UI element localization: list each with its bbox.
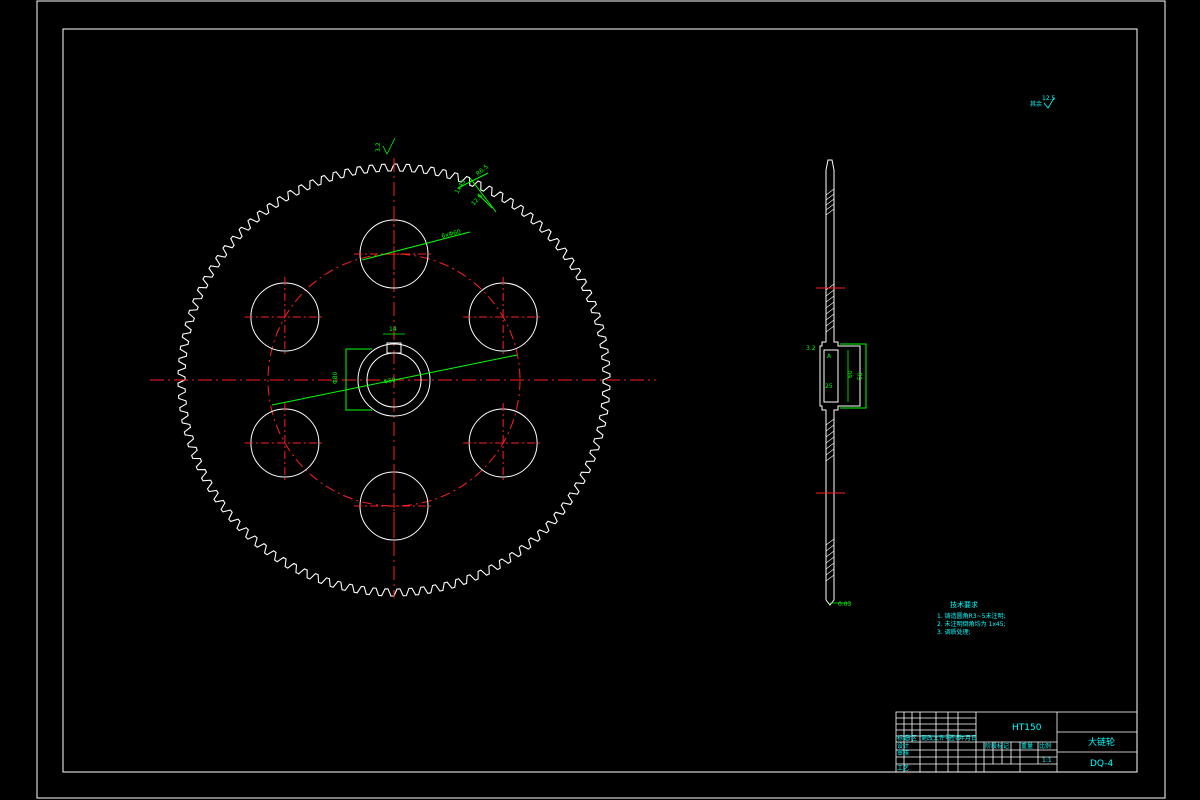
tech-req-item: 3. 调质处理; bbox=[937, 628, 971, 636]
title-block-row-label: 设计 bbox=[897, 742, 909, 750]
roughness-note: 其余 12.5 bbox=[1030, 95, 1056, 109]
title-block-material: HT150 bbox=[1012, 723, 1042, 733]
outer-border bbox=[36, 0, 1166, 799]
tech-req-heading: 技术要求 bbox=[950, 600, 978, 609]
title-block-drawing-number: DQ-4 bbox=[1090, 759, 1114, 769]
side-small-label: 25 bbox=[825, 383, 833, 390]
sprocket-front-view: 6xΦ60 Φ50 Φ80 14 R6.5 1x45 12.6 3.2 bbox=[150, 137, 656, 598]
title-block-part-name: 大链轮 bbox=[1088, 736, 1115, 748]
title-block-stage-label: 阶段标记 bbox=[985, 742, 1009, 750]
sprocket-side-view: 58 60 3.2 A 25 0.03 bbox=[806, 159, 867, 608]
side-hub-width-label: 58 bbox=[857, 372, 864, 380]
inner-border bbox=[62, 28, 1138, 773]
chamfer-label: 1x45 bbox=[454, 178, 468, 195]
technical-requirements: 技术要求 1. 铸造圆角R3~5未注明; 2. 未注明倒角均为 1x45; 3.… bbox=[937, 600, 1006, 636]
title-block-col-label: 年月日 bbox=[959, 734, 977, 742]
hole-circle-label: 6xΦ60 bbox=[441, 228, 462, 240]
tech-req-item: 1. 铸造圆角R3~5未注明; bbox=[937, 612, 1006, 620]
title-block-col-label: 更改文件号 bbox=[921, 734, 951, 742]
title-block-stage-label: 重量 bbox=[1021, 742, 1033, 750]
title-block-scale: 1:1 bbox=[1042, 757, 1052, 764]
roughness-symbol-top bbox=[382, 137, 396, 155]
title-block-row-label: 工艺 bbox=[897, 764, 909, 772]
title-block-stage-label: 比例 bbox=[1039, 742, 1051, 750]
side-roughness-label: 3.2 bbox=[806, 345, 816, 352]
side-mark-label: A bbox=[827, 353, 832, 360]
bore-dim-label: Φ50 bbox=[383, 377, 397, 386]
tech-req-item: 2. 未注明倒角均为 1x45; bbox=[937, 620, 1006, 628]
cad-drawing-sheet: 6xΦ60 Φ50 Φ80 14 R6.5 1x45 12.6 3.2 58 6… bbox=[36, 0, 1166, 799]
side-hub-height-label: 60 bbox=[847, 370, 854, 378]
tooth-roughness-label: 3.2 bbox=[375, 142, 382, 152]
key-dim-label: 14 bbox=[389, 326, 397, 333]
roughness-note-label: 其余 bbox=[1030, 100, 1042, 108]
title-block-row-label: 审核 bbox=[897, 749, 909, 757]
title-block-col-label: 分区 bbox=[905, 734, 917, 742]
hub-dim-label: Φ80 bbox=[332, 371, 339, 384]
side-bottom-label: 0.03 bbox=[838, 601, 852, 608]
